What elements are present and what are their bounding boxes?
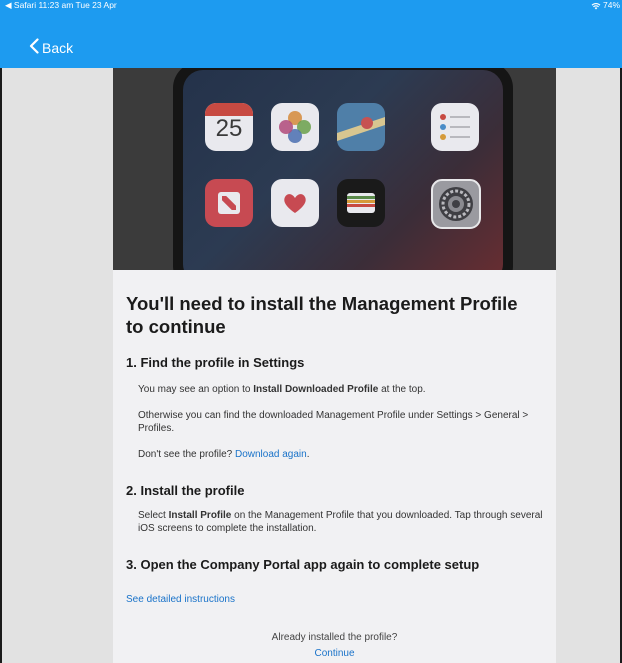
install-profile-text: Install Profile [168,510,232,521]
page-title: You'll need to install the Management Pr… [126,293,518,337]
step-2-text-prefix: Select [138,510,169,521]
status-bar: ◀ Safari 11:23 am Tue 23 Apr 74% [0,0,622,11]
status-left-text: ◀ Safari 11:23 am Tue 23 Apr [5,0,117,10]
wifi-icon [591,2,601,10]
health-app-icon [271,179,319,227]
see-detailed-instructions-link[interactable]: See detailed instructions [126,593,531,606]
wallet-app-icon [337,179,385,227]
phone-screen: 25 [183,70,503,270]
news-app-icon [205,179,253,227]
calendar-app-icon: 25 [205,103,253,151]
continue-link[interactable]: Continue [314,648,354,659]
download-again-link[interactable]: Download again [235,449,307,460]
back-label: Back [42,39,74,56]
step-1-line-3: Don't see the profile? Download again. [138,448,543,461]
step-1-heading: 1. Find the profile in Settings [126,355,305,370]
already-installed-text: Already installed the profile? [271,632,398,643]
page-margin-right [556,68,620,663]
page-margin-left [2,68,113,663]
reminders-app-icon [431,103,479,151]
chevron-left-icon [29,38,42,57]
step-1-line-1-suffix: at the top. [378,384,426,395]
step-3-heading: 3. Open the Company Portal app again to … [126,557,480,572]
status-right: 74% [591,0,620,11]
calendar-day-number: 25 [215,115,243,142]
photos-app-icon [271,103,319,151]
step-1-line-1: You may see an option to Install Downloa… [138,383,543,396]
settings-app-icon [431,179,481,229]
maps-app-icon [337,103,385,151]
step-2-text: Select Install Profile on the Management… [138,509,543,535]
settings-hero-image: 25 [113,68,556,270]
phone-illustration: 25 [173,68,513,270]
battery-percent: 74% [602,0,620,10]
step-1-line-1-prefix: You may see an option to [138,384,254,395]
instructions-panel: You'll need to install the Management Pr… [113,270,556,663]
step-2-heading: 2. Install the profile [126,483,245,498]
step-1-line-3-suffix: . [306,449,310,460]
continue-link-wrap: Continue [113,648,556,659]
back-button[interactable]: Back [29,38,73,57]
step-1-line-3-prefix: Don't see the profile? [138,449,235,460]
install-downloaded-profile-text: Install Downloaded Profile [253,384,379,395]
navigation-bar: Back [0,11,622,68]
step-1-line-2: Otherwise you can find the downloaded Ma… [138,410,529,434]
